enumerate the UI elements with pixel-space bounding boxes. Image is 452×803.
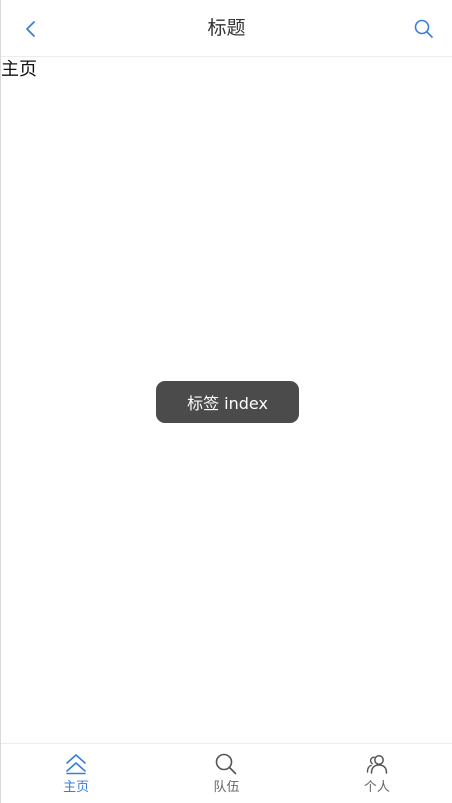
app-root: 标题 主页 标签 index 主页 队伍 个人 xyxy=(0,0,452,803)
page-title: 标题 xyxy=(207,17,246,39)
search-button[interactable] xyxy=(408,14,440,44)
tab-profile[interactable]: 个人 xyxy=(302,744,452,803)
users-icon xyxy=(364,751,390,777)
bottom-tabbar: 主页 队伍 个人 xyxy=(1,743,452,803)
toast-text: 标签 index xyxy=(187,394,268,413)
tab-home[interactable]: 主页 xyxy=(1,744,151,803)
tab-profile-label: 个人 xyxy=(363,780,390,795)
search-icon xyxy=(213,751,239,777)
tab-team[interactable]: 队伍 xyxy=(151,744,301,803)
top-navbar: 标题 xyxy=(1,0,452,57)
tab-home-label: 主页 xyxy=(63,780,90,795)
search-icon xyxy=(414,19,433,38)
tab-team-label: 队伍 xyxy=(213,780,240,795)
toast-message: 标签 index xyxy=(156,381,299,423)
page-content-label: 主页 xyxy=(1,59,37,80)
home-icon xyxy=(63,751,89,777)
